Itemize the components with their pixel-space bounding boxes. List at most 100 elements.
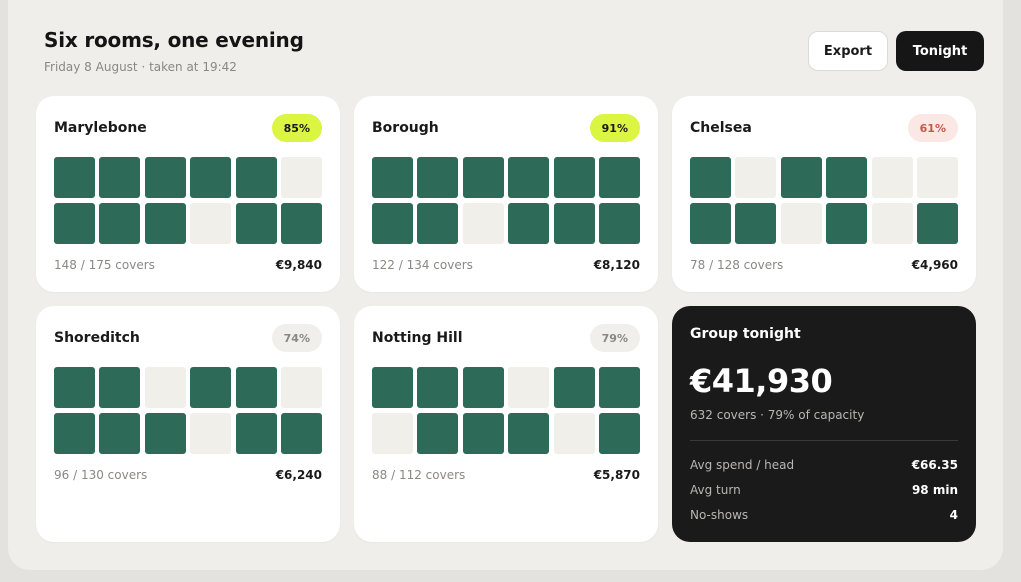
- room-revenue: €5,870: [593, 468, 640, 482]
- table-empty: [916, 157, 958, 198]
- room-card[interactable]: Marylebone 85% 148 / 175 covers €9,840: [36, 96, 340, 292]
- table-occupied: [190, 367, 232, 408]
- table-occupied: [235, 203, 277, 244]
- table-occupied: [372, 203, 413, 244]
- table-occupied: [190, 157, 232, 198]
- page-subtitle: Friday 8 August · taken at 19:42: [44, 60, 237, 74]
- table-occupied: [826, 203, 868, 244]
- table-occupied: [462, 413, 504, 454]
- room-name: Marylebone: [54, 120, 147, 136]
- table-empty: [280, 367, 322, 408]
- export-button[interactable]: Export: [808, 31, 888, 71]
- table-occupied: [372, 157, 413, 198]
- table-occupied: [598, 413, 640, 454]
- table-occupied: [99, 367, 141, 408]
- table-occupied: [235, 413, 277, 454]
- table-occupied: [417, 203, 459, 244]
- room-card[interactable]: Chelsea 61% 78 / 128 covers €4,960: [672, 96, 976, 292]
- room-revenue: €6,240: [275, 468, 322, 482]
- occupancy-badge: 85%: [271, 114, 322, 142]
- table-occupied: [144, 203, 186, 244]
- table-occupied: [417, 367, 459, 408]
- room-revenue: €9,840: [275, 258, 322, 272]
- occupancy-badge: 74%: [271, 324, 322, 352]
- table-occupied: [235, 157, 277, 198]
- table-grid: [54, 367, 322, 454]
- stat-label-avg-turn: Avg turn: [690, 483, 741, 497]
- covers-count: 78 / 128 covers: [690, 258, 784, 272]
- table-grid: [54, 157, 322, 244]
- room-revenue: €8,120: [593, 258, 640, 272]
- table-occupied: [462, 157, 504, 198]
- table-occupied: [553, 367, 595, 408]
- divider: [690, 440, 958, 441]
- stat-value-no-shows: 4: [949, 508, 958, 522]
- table-grid: [372, 157, 640, 244]
- table-occupied: [916, 203, 958, 244]
- table-occupied: [54, 367, 95, 408]
- table-occupied: [598, 367, 640, 408]
- table-occupied: [780, 157, 822, 198]
- table-occupied: [462, 367, 504, 408]
- table-empty: [190, 413, 232, 454]
- stat-value-avg-turn: 98 min: [911, 483, 958, 497]
- table-occupied: [690, 203, 731, 244]
- table-grid: [690, 157, 958, 244]
- table-empty: [280, 157, 322, 198]
- group-covers-summary: 632 covers · 79% of capacity: [690, 408, 865, 422]
- occupancy-badge: 61%: [907, 114, 958, 142]
- table-empty: [144, 367, 186, 408]
- table-occupied: [598, 203, 640, 244]
- room-name: Shoreditch: [54, 330, 140, 346]
- table-occupied: [508, 413, 550, 454]
- table-empty: [508, 367, 550, 408]
- table-occupied: [144, 157, 186, 198]
- table-occupied: [508, 157, 550, 198]
- table-empty: [780, 203, 822, 244]
- table-occupied: [54, 157, 95, 198]
- table-occupied: [826, 157, 868, 198]
- table-occupied: [417, 157, 459, 198]
- stat-value-avg-spend: €66.35: [911, 458, 958, 472]
- room-card[interactable]: Notting Hill 79% 88 / 112 covers €5,870: [354, 306, 658, 542]
- stat-label-no-shows: No-shows: [690, 508, 749, 522]
- table-empty: [553, 413, 595, 454]
- group-summary-card: Group tonight €41,930 632 covers · 79% o…: [672, 306, 976, 542]
- covers-count: 96 / 130 covers: [54, 468, 148, 482]
- table-occupied: [553, 203, 595, 244]
- room-name: Notting Hill: [372, 330, 463, 346]
- table-occupied: [690, 157, 731, 198]
- table-occupied: [508, 203, 550, 244]
- table-occupied: [54, 413, 95, 454]
- table-empty: [871, 203, 913, 244]
- occupancy-badge: 79%: [589, 324, 640, 352]
- table-occupied: [99, 413, 141, 454]
- room-revenue: €4,960: [911, 258, 958, 272]
- table-occupied: [598, 157, 640, 198]
- table-empty: [190, 203, 232, 244]
- page-title: Six rooms, one evening: [44, 28, 304, 52]
- table-empty: [871, 157, 913, 198]
- room-name: Chelsea: [690, 120, 752, 136]
- occupancy-badge: 91%: [589, 114, 640, 142]
- summary-title: Group tonight: [690, 326, 801, 342]
- stat-label-avg-spend: Avg spend / head: [690, 458, 795, 472]
- group-total-revenue: €41,930: [690, 362, 833, 400]
- room-card[interactable]: Borough 91% 122 / 134 covers €8,120: [354, 96, 658, 292]
- room-card[interactable]: Shoreditch 74% 96 / 130 covers €6,240: [36, 306, 340, 542]
- table-occupied: [99, 203, 141, 244]
- table-occupied: [417, 413, 459, 454]
- table-occupied: [54, 203, 95, 244]
- table-occupied: [99, 157, 141, 198]
- table-grid: [372, 367, 640, 454]
- room-name: Borough: [372, 120, 439, 136]
- tonight-button[interactable]: Tonight: [896, 31, 984, 71]
- covers-count: 122 / 134 covers: [372, 258, 473, 272]
- covers-count: 148 / 175 covers: [54, 258, 155, 272]
- table-occupied: [280, 203, 322, 244]
- table-occupied: [553, 157, 595, 198]
- table-occupied: [280, 413, 322, 454]
- table-empty: [735, 157, 777, 198]
- table-occupied: [235, 367, 277, 408]
- table-occupied: [735, 203, 777, 244]
